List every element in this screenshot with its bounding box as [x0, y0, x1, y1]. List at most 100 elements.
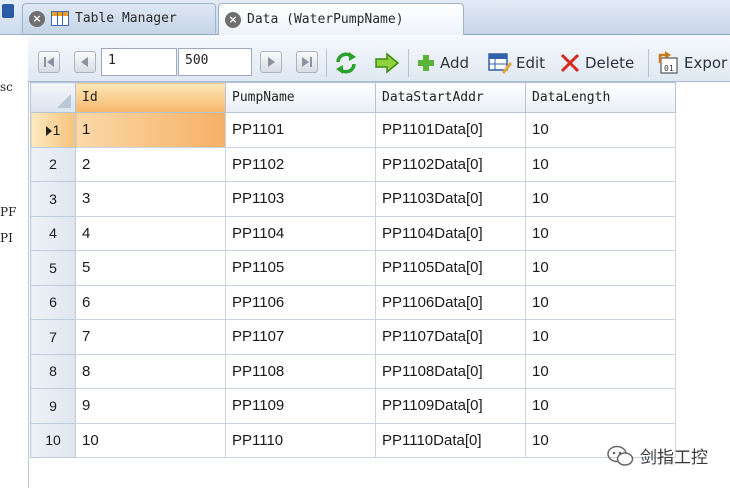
row-header[interactable]: 6: [30, 284, 76, 320]
first-page-icon: [44, 57, 54, 67]
first-page-button[interactable]: [38, 51, 60, 73]
row-number: 8: [49, 363, 57, 380]
cell-pumpname[interactable]: PP1110: [225, 422, 376, 458]
cell-id[interactable]: 8: [75, 353, 226, 389]
add-button[interactable]: Add: [416, 49, 469, 77]
page-size-input[interactable]: 500: [178, 48, 252, 76]
close-icon[interactable]: ×: [29, 10, 45, 27]
cell-pumpname[interactable]: PP1107: [225, 319, 376, 355]
row-number: 3: [49, 190, 57, 207]
cell-pumpname[interactable]: PP1109: [225, 388, 376, 424]
cell-datastartaddr[interactable]: PP1102Data[0]: [375, 146, 526, 182]
cell-datastartaddr[interactable]: PP1106Data[0]: [375, 284, 526, 320]
tab-label: Data (WaterPumpName): [247, 12, 404, 27]
cell-id[interactable]: 5: [75, 250, 226, 286]
row-header[interactable]: 2: [30, 146, 76, 182]
tab-table-manager[interactable]: × Table Manager: [22, 3, 216, 33]
cell-datalength[interactable]: 10: [525, 319, 676, 355]
data-grid: Id PumpName DataStartAddr DataLength 11P…: [30, 82, 730, 488]
left-panel-header[interactable]: [0, 0, 20, 35]
cell-datastartaddr[interactable]: PP1109Data[0]: [375, 388, 526, 424]
table-row[interactable]: 1 1 PP1101 PP1101Data[0] 10: [30, 112, 676, 148]
delete-icon: [560, 53, 580, 73]
cell-datalength[interactable]: 10: [525, 284, 676, 320]
table-row[interactable]: 6 6 PP1106 PP1106Data[0] 10: [30, 284, 676, 320]
pin-icon: [2, 4, 14, 18]
cell-datalength[interactable]: 10: [525, 250, 676, 286]
cell-datalength[interactable]: 10: [525, 112, 676, 148]
cell-datastartaddr[interactable]: PP1107Data[0]: [375, 319, 526, 355]
cell-pumpname[interactable]: PP1106: [225, 284, 376, 320]
cell-pumpname[interactable]: PP1108: [225, 353, 376, 389]
column-header-datastartaddr[interactable]: DataStartAddr: [375, 82, 526, 113]
row-header[interactable]: 5: [30, 250, 76, 286]
row-header[interactable]: 3: [30, 181, 76, 217]
cell-datalength[interactable]: 10: [525, 146, 676, 182]
table-row[interactable]: 3 3 PP1103 PP1103Data[0] 10: [30, 181, 676, 217]
row-header[interactable]: 8: [30, 353, 76, 389]
table-row[interactable]: 4 4 PP1104 PP1104Data[0] 10: [30, 215, 676, 251]
row-number: 9: [49, 397, 57, 414]
next-page-button[interactable]: [260, 51, 282, 73]
table-row[interactable]: 5 5 PP1105 PP1105Data[0] 10: [30, 250, 676, 286]
select-all-corner[interactable]: [30, 82, 76, 113]
column-header-pumpname[interactable]: PumpName: [225, 82, 376, 113]
cell-id[interactable]: 10: [75, 422, 226, 458]
cell-id[interactable]: 4: [75, 215, 226, 251]
row-header[interactable]: 4: [30, 215, 76, 251]
refresh-button[interactable]: [334, 49, 362, 77]
cell-id[interactable]: 7: [75, 319, 226, 355]
cell-datastartaddr[interactable]: PP1101Data[0]: [375, 112, 526, 148]
cell-pumpname[interactable]: PP1102: [225, 146, 376, 182]
cell-pumpname[interactable]: PP1103: [225, 181, 376, 217]
cell-id[interactable]: 2: [75, 146, 226, 182]
row-number: 10: [45, 432, 61, 449]
cell-id[interactable]: 3: [75, 181, 226, 217]
page-number-input[interactable]: 1: [101, 48, 177, 76]
cell-datalength[interactable]: 10: [525, 353, 676, 389]
export-button[interactable]: 01 Expor: [656, 49, 727, 77]
cell-datalength[interactable]: 10: [525, 215, 676, 251]
table-row[interactable]: 2 2 PP1102 PP1102Data[0] 10: [30, 146, 676, 182]
table-row[interactable]: 7 7 PP1107 PP1107Data[0] 10: [30, 319, 676, 355]
cell-datastartaddr[interactable]: PP1103Data[0]: [375, 181, 526, 217]
edit-label: Edit: [516, 54, 546, 72]
cell-pumpname[interactable]: PP1101: [225, 112, 376, 148]
cell-id[interactable]: 1: [75, 112, 226, 148]
row-number: 5: [49, 259, 57, 276]
add-icon: [418, 55, 434, 71]
prev-page-button[interactable]: [74, 51, 96, 73]
table-row[interactable]: 9 9 PP1109 PP1109Data[0] 10: [30, 388, 676, 424]
add-label: Add: [440, 54, 470, 72]
toolbar-separator: [326, 49, 327, 77]
delete-button[interactable]: Delete: [559, 49, 634, 77]
table-row[interactable]: 8 8 PP1108 PP1108Data[0] 10: [30, 353, 676, 389]
column-header-id[interactable]: Id: [75, 82, 226, 113]
cell-datalength[interactable]: 10: [525, 181, 676, 217]
left-panel-strip: sc PF PI: [0, 0, 29, 488]
cell-id[interactable]: 6: [75, 284, 226, 320]
cell-datastartaddr[interactable]: PP1108Data[0]: [375, 353, 526, 389]
cell-datastartaddr[interactable]: PP1105Data[0]: [375, 250, 526, 286]
row-header[interactable]: 1: [30, 112, 76, 148]
cell-id[interactable]: 9: [75, 388, 226, 424]
table-icon: [51, 11, 69, 26]
cell-datastartaddr[interactable]: PP1110Data[0]: [375, 422, 526, 458]
row-header[interactable]: 9: [30, 388, 76, 424]
edit-button[interactable]: Edit: [488, 49, 545, 77]
data-table: Id PumpName DataStartAddr DataLength 11P…: [30, 82, 676, 458]
cell-datastartaddr[interactable]: PP1104Data[0]: [375, 215, 526, 251]
cell-pumpname[interactable]: PP1104: [225, 215, 376, 251]
column-header-datalength[interactable]: DataLength: [525, 82, 676, 113]
last-page-button[interactable]: [296, 51, 318, 73]
cell-datalength[interactable]: 10: [525, 388, 676, 424]
row-header[interactable]: 10: [30, 422, 76, 458]
go-arrow-icon: [375, 52, 400, 74]
go-button[interactable]: [374, 49, 404, 77]
table-row[interactable]: 10 10 PP1110 PP1110Data[0] 10: [30, 422, 676, 458]
refresh-icon: [336, 52, 356, 74]
row-header[interactable]: 7: [30, 319, 76, 355]
cell-pumpname[interactable]: PP1105: [225, 250, 376, 286]
tab-data-waterpumpname[interactable]: × Data (WaterPumpName): [218, 3, 464, 35]
close-icon[interactable]: ×: [225, 11, 241, 28]
